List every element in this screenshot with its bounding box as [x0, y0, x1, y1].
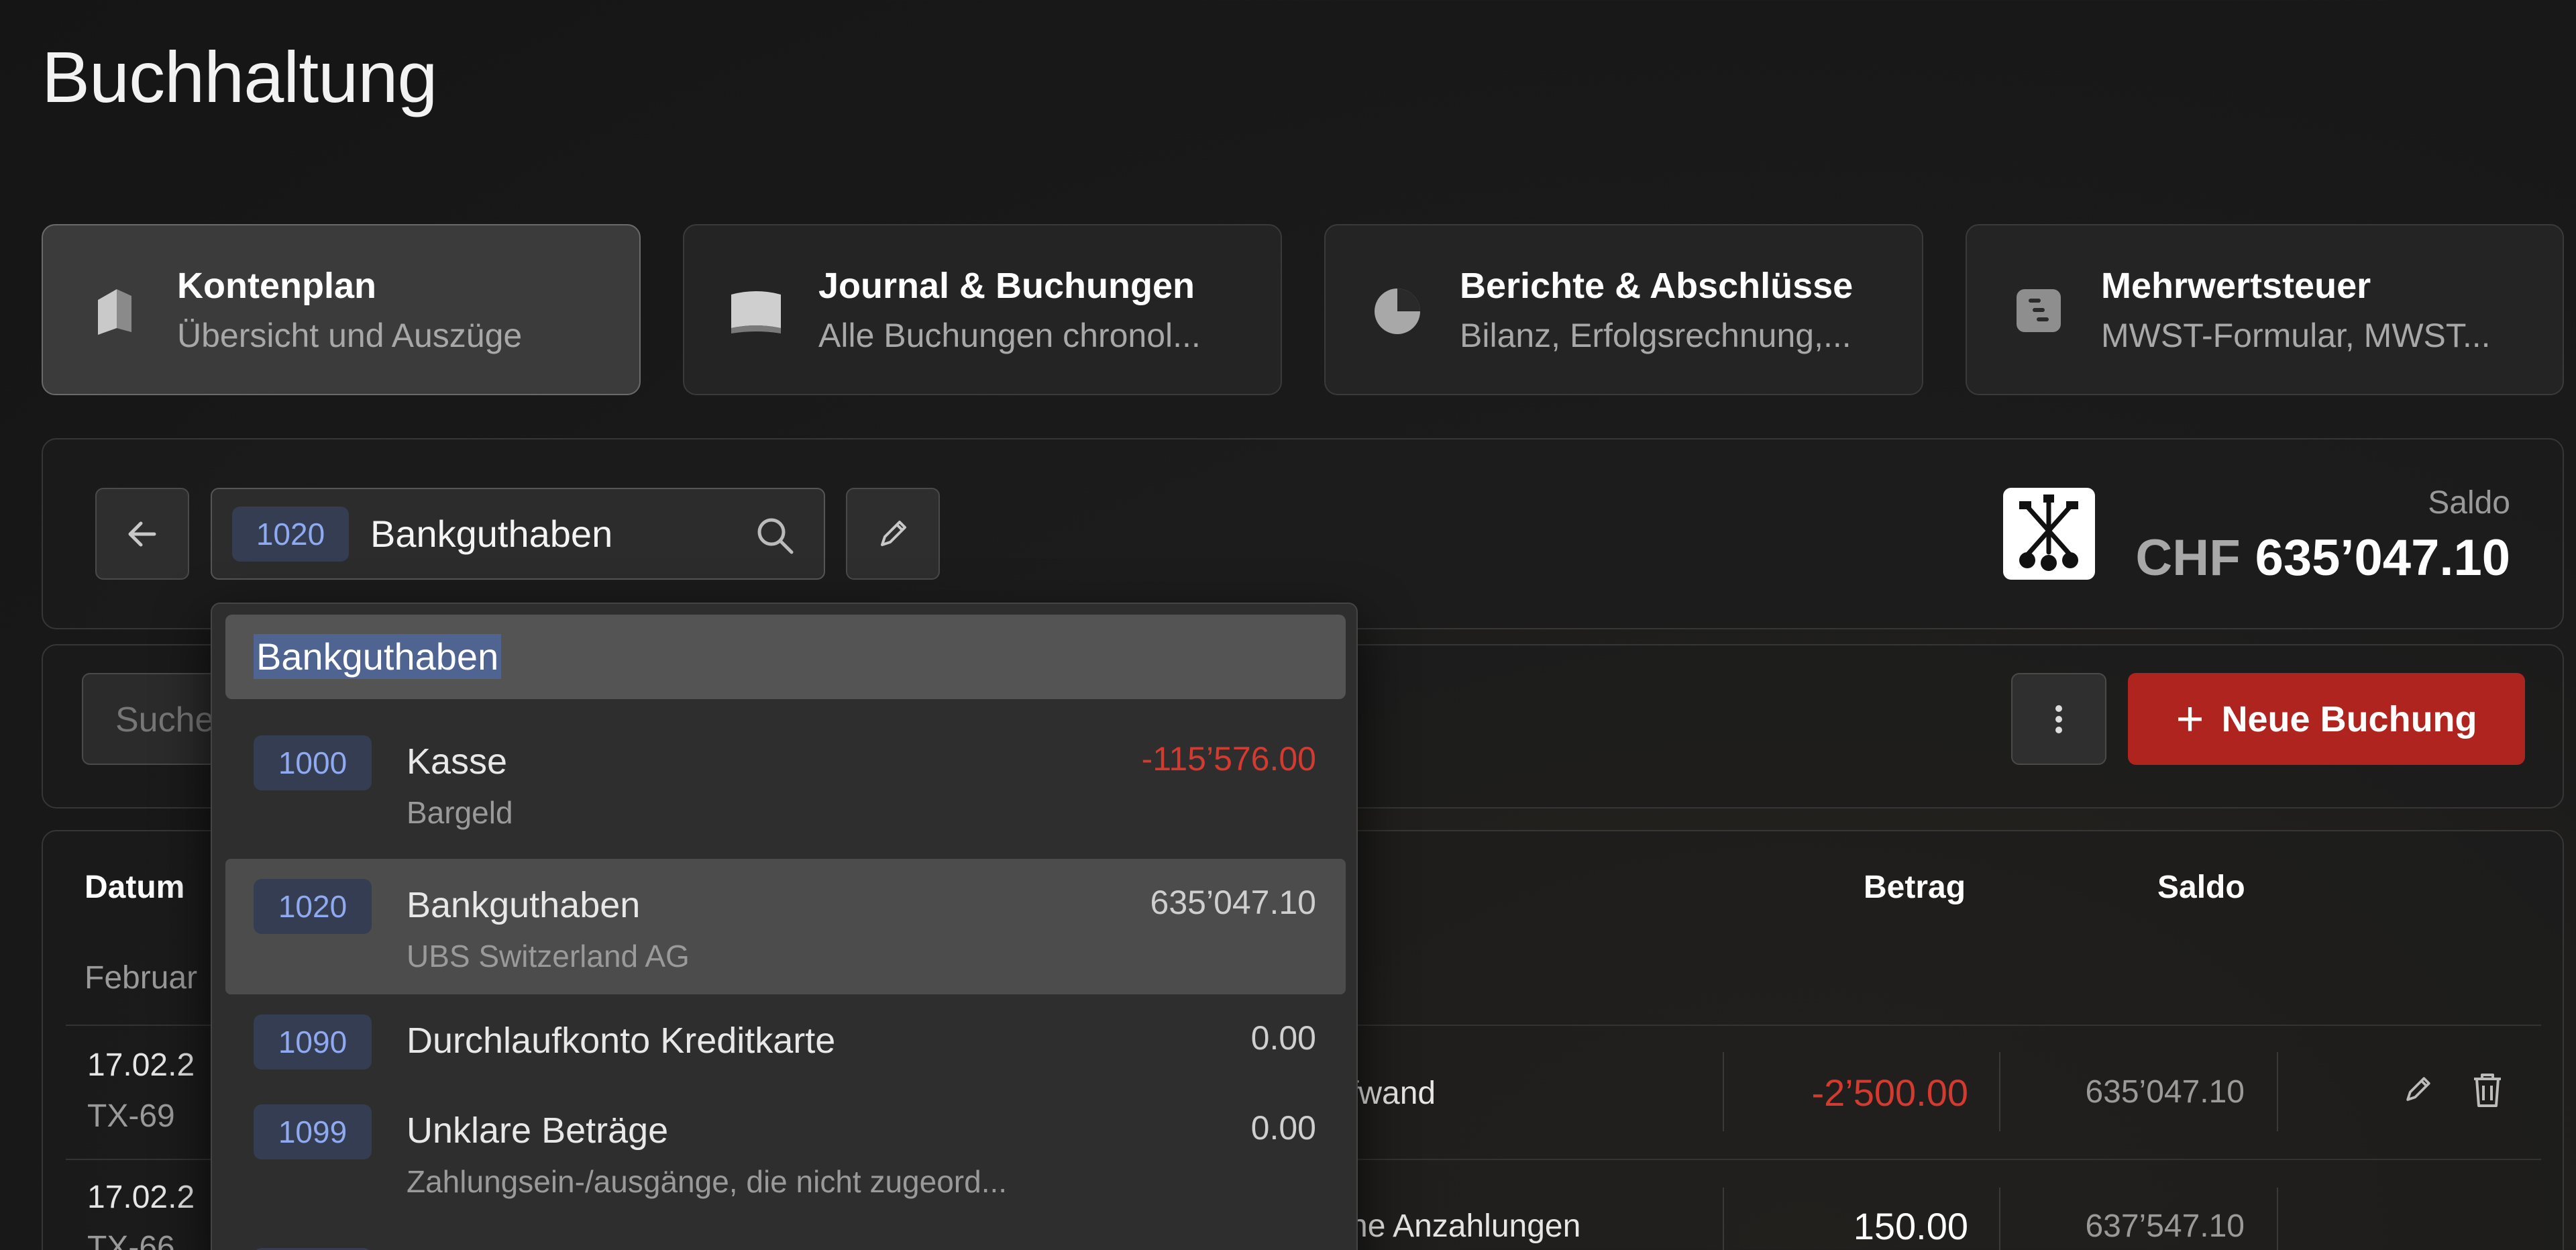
nav-card-mwst[interactable]: Mehrwertsteuer MWST-Formular, MWST... [1966, 224, 2564, 395]
row-date: 17.02.2 [87, 1047, 195, 1083]
book-icon [731, 291, 781, 333]
saldo-currency: CHF [2135, 529, 2241, 586]
account-code-badge: 1020 [232, 506, 349, 562]
row-amount: 150.00 [1853, 1205, 1968, 1247]
account-option-subtitle: Zahlungsein-/ausgänge, die nicht zugeord… [407, 1164, 1008, 1199]
account-code-badge: 1090 [254, 1014, 372, 1070]
column-divider [2277, 1188, 2278, 1250]
ledger-icon [98, 289, 131, 335]
column-divider [1999, 1188, 2000, 1250]
row-balance: 635’047.10 [2085, 1074, 2245, 1110]
arrow-left-icon [128, 521, 156, 546]
column-header-date[interactable]: Datum [85, 869, 184, 906]
column-divider [2277, 1052, 2278, 1131]
account-option-1099[interactable]: 1099 Unklare Beträge Zahlungsein-/ausgän… [225, 1094, 1346, 1214]
account-option-balance: 0.00 [1250, 1109, 1316, 1147]
account-option-name: Unklare Beträge [407, 1110, 669, 1151]
account-option-balance: -115’576.00 [1141, 740, 1316, 778]
search-icon [757, 518, 794, 554]
account-option-subtitle: Bargeld [407, 795, 513, 830]
pie-chart-icon [1375, 288, 1420, 334]
plus-icon: + [2176, 692, 2204, 746]
nav-card-subtitle: Alle Buchungen chronol... [818, 316, 1201, 354]
account-code-badge: 1099 [254, 1104, 372, 1159]
account-option-1000[interactable]: 1000 Kasse Bargeld -115’576.00 [225, 725, 1346, 845]
nav-card-kontenplan[interactable]: Kontenplan Übersicht und Auszüge [42, 224, 641, 395]
row-amount: -2’500.00 [1811, 1072, 1968, 1114]
saldo-value: CHF 635’047.10 [2135, 529, 2510, 587]
pencil-icon [881, 520, 906, 546]
more-vertical-icon [2055, 705, 2062, 733]
nav-card-subtitle: Übersicht und Auszüge [177, 316, 523, 354]
column-divider [1723, 1188, 1724, 1250]
account-option-1090[interactable]: 1090 Durchlaufkonto Kreditkarte 0.00 [225, 1004, 1346, 1082]
row-ref: TX-69 [87, 1098, 175, 1134]
account-option-name: Kasse [407, 741, 508, 782]
row-description: ne Anzahlungen [1350, 1208, 1581, 1244]
more-options-button[interactable] [2011, 673, 2106, 765]
account-option-name: Bankguthaben [407, 885, 641, 925]
row-ref: TX-66 [87, 1230, 175, 1250]
account-search-input[interactable]: Bankguthaben [225, 615, 1346, 699]
account-option-subtitle: UBS Switzerland AG [407, 939, 690, 974]
column-header-balance[interactable]: Saldo [2157, 869, 2245, 906]
bank-logo-icon [2003, 488, 2095, 580]
column-divider [1723, 1052, 1724, 1131]
saldo-label: Saldo [2428, 485, 2510, 521]
saldo-amount: 635’047.10 [2255, 529, 2510, 586]
tax-icon [2017, 289, 2061, 332]
nav-card-title: Journal & Buchungen [818, 265, 1195, 306]
account-code-badge: 1020 [254, 879, 372, 934]
nav-card-title: Kontenplan [177, 265, 376, 306]
nav-card-subtitle: Bilanz, Erfolgsrechnung,... [1460, 316, 1851, 354]
pencil-icon[interactable] [2399, 1071, 2436, 1108]
new-entry-label: Neue Buchung [2221, 698, 2477, 739]
row-balance: 637’547.10 [2085, 1208, 2245, 1244]
nav-card-title: Mehrwertsteuer [2101, 265, 2371, 306]
edit-account-button[interactable] [846, 488, 940, 580]
account-option-balance: 635’047.10 [1150, 884, 1316, 921]
back-button[interactable] [95, 488, 189, 580]
row-date: 17.02.2 [87, 1180, 195, 1215]
account-selector[interactable]: 1020 Bankguthaben [211, 488, 825, 580]
account-name: Bankguthaben [370, 513, 613, 555]
trash-icon[interactable] [2469, 1070, 2506, 1110]
account-search-value: Bankguthaben [254, 634, 502, 679]
nav-card-title: Berichte & Abschlüsse [1460, 265, 1854, 306]
account-dropdown: Bankguthaben 1000 Kasse Bargeld -115’576… [211, 603, 1358, 1250]
column-header-amount[interactable]: Betrag [1864, 869, 1966, 906]
nav-card-berichte[interactable]: Berichte & Abschlüsse Bilanz, Erfolgsrec… [1324, 224, 1923, 395]
account-option-balance: 0.00 [1250, 1019, 1316, 1057]
account-option-name: Durchlaufkonto Kreditkarte [407, 1021, 836, 1061]
month-group-label: Februar [85, 960, 198, 996]
nav-card-journal[interactable]: Journal & Buchungen Alle Buchungen chron… [683, 224, 1282, 395]
row-description: fwand [1350, 1076, 1436, 1111]
page-title: Buchhaltung [42, 36, 437, 117]
new-entry-button[interactable]: + Neue Buchung [2128, 673, 2525, 765]
column-divider [1999, 1052, 2000, 1131]
account-code-badge: 1000 [254, 735, 372, 790]
account-option-partial[interactable] [225, 1237, 1346, 1250]
account-option-1020[interactable]: 1020 Bankguthaben UBS Switzerland AG 635… [225, 859, 1346, 994]
nav-card-subtitle: MWST-Formular, MWST... [2101, 316, 2491, 354]
